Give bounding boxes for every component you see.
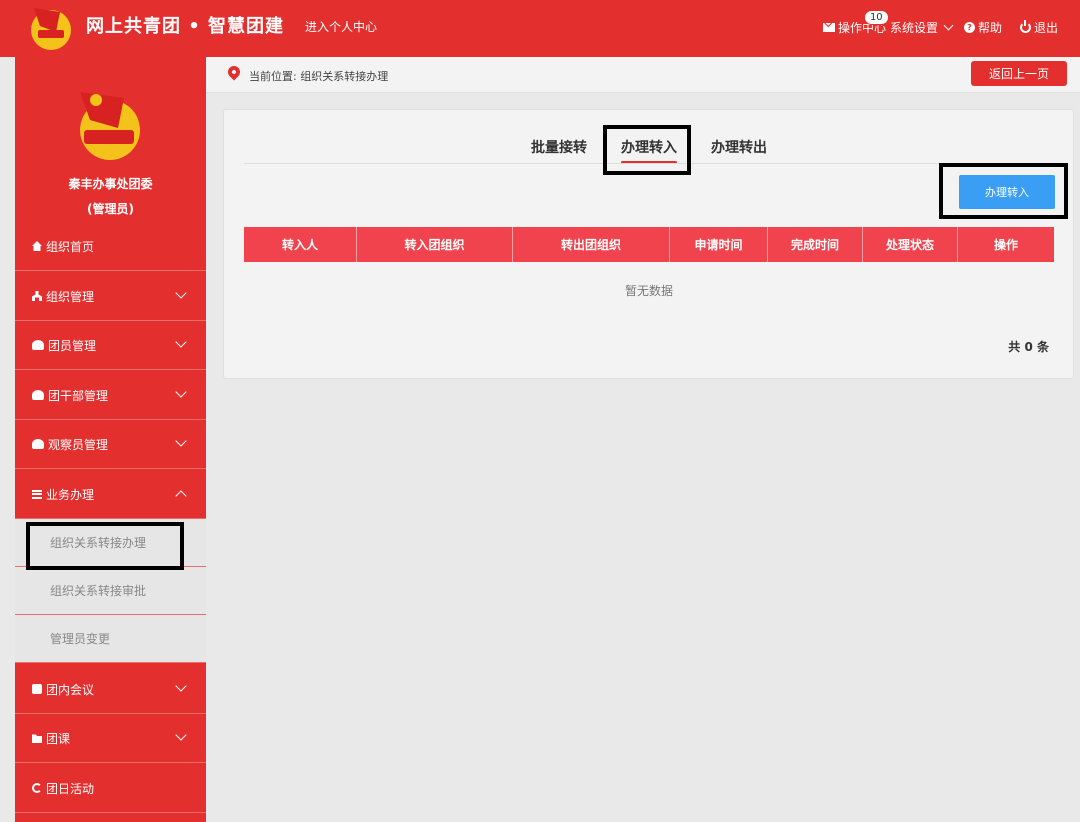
breadcrumb: 当前位置: 组织关系转接办理 返回上一页 <box>206 57 1080 93</box>
sidebar-item-league-class[interactable]: 团课 <box>15 714 206 763</box>
chevron-down-icon <box>175 287 187 299</box>
chevron-down-icon <box>175 435 187 447</box>
sidebar-item-label: 观察员管理 <box>48 437 109 452</box>
site-brand: 网上共青团 • 智慧团建 <box>86 16 285 37</box>
sidebar-item-member-management[interactable]: 团员管理 <box>15 321 206 370</box>
folder-icon <box>32 734 42 743</box>
power-icon <box>1019 19 1031 33</box>
top-header: 网上共青团 • 智慧团建 进入个人中心 操作中心 10 系统设置 ? 帮助 退出 <box>0 0 1080 57</box>
column-header: 处理状态 <box>863 227 958 262</box>
chevron-down-icon <box>943 20 954 31</box>
sidebar-subitem-admin-change[interactable]: 管理员变更 <box>15 615 206 663</box>
sidebar-subitem-transfer-handling[interactable]: 组织关系转接办理 <box>15 519 206 567</box>
transfer-table: 转入人 转入团组织 转出团组织 申请时间 完成时间 处理状态 操作 暂无数据 <box>244 227 1054 298</box>
envelope-icon <box>822 22 835 32</box>
sidebar-item-label: 团干部管理 <box>48 388 109 403</box>
user-role: (管理员) <box>87 202 134 216</box>
list-icon <box>32 489 42 499</box>
header-actions: 操作中心 10 系统设置 ? 帮助 退出 <box>822 9 1058 40</box>
logout-label: 退出 <box>1033 20 1058 35</box>
sitemap-icon <box>32 291 42 301</box>
sidebar-subitem-label: 管理员变更 <box>50 632 111 646</box>
sidebar-item-observer-management[interactable]: 观察员管理 <box>15 420 206 469</box>
table-header: 转入人 转入团组织 转出团组织 申请时间 完成时间 处理状态 操作 <box>244 227 1054 262</box>
column-header: 转入人 <box>244 227 357 262</box>
logout-link[interactable]: 退出 <box>1019 19 1058 36</box>
system-settings-dropdown[interactable]: 系统设置 <box>890 19 956 36</box>
transfer-in-button[interactable]: 办理转入 <box>959 175 1055 209</box>
empty-state: 暂无数据 <box>624 284 673 298</box>
users-icon <box>32 340 44 350</box>
system-settings-label: 系统设置 <box>889 20 938 35</box>
sidebar-item-label: 业务办理 <box>46 487 95 502</box>
help-label: 帮助 <box>977 20 1002 35</box>
breadcrumb-text: 当前位置: 组织关系转接办理 <box>249 70 389 83</box>
transfer-panel: 批量接转 办理转入 办理转出 办理转入 转入人 转入团组织 转出团组织 申请时间… <box>223 109 1074 379</box>
org-logo <box>80 92 140 160</box>
users-icon <box>32 390 44 400</box>
column-header: 转出团组织 <box>513 227 670 262</box>
location-pin-icon <box>225 63 243 81</box>
sidebar: 秦丰办事处团委 (管理员) 组织首页 组织管理 团员管理 团干部管理 观察员管理… <box>15 57 206 822</box>
sidebar-item-label: 团内会议 <box>46 682 95 697</box>
home-icon <box>32 241 42 251</box>
column-header: 完成时间 <box>768 227 863 262</box>
sidebar-item-meetings[interactable]: 团内会议 <box>15 665 206 714</box>
help-link[interactable]: ? 帮助 <box>963 19 1002 36</box>
sidebar-item-label: 组织首页 <box>46 239 95 254</box>
back-button[interactable]: 返回上一页 <box>971 61 1067 86</box>
org-name: 秦丰办事处团委 <box>68 177 153 191</box>
sidebar-item-org-home[interactable]: 组织首页 <box>15 222 206 271</box>
sidebar-item-label: 团员管理 <box>48 338 97 353</box>
sidebar-item-cadre-management[interactable]: 团干部管理 <box>15 371 206 420</box>
sidebar-item-label: 团课 <box>46 731 71 746</box>
ops-center-link[interactable]: 操作中心 10 <box>822 9 889 36</box>
sidebar-subitem-label: 组织关系转接审批 <box>50 584 147 598</box>
sidebar-subitem-transfer-approval[interactable]: 组织关系转接审批 <box>15 567 206 615</box>
chevron-down-icon <box>175 729 187 741</box>
tab-transfer-out[interactable]: 办理转出 <box>711 137 767 157</box>
ops-count-badge: 10 <box>863 9 889 25</box>
chevron-down-icon <box>175 336 187 348</box>
tab-batch-transfer[interactable]: 批量接转 <box>531 137 587 157</box>
users-icon <box>32 439 44 449</box>
sidebar-item-label: 组织管理 <box>46 289 95 304</box>
chevron-up-icon <box>175 490 187 502</box>
tab-transfer-in[interactable]: 办理转入 <box>621 137 677 164</box>
youth-league-logo <box>31 8 71 50</box>
enter-personal-center-link[interactable]: 进入个人中心 <box>305 18 377 35</box>
sidebar-item-league-day[interactable]: 团日活动 <box>15 764 206 813</box>
column-header: 转入团组织 <box>357 227 513 262</box>
refresh-icon <box>32 783 42 793</box>
chevron-down-icon <box>175 680 187 692</box>
sidebar-item-org-management[interactable]: 组织管理 <box>15 272 206 321</box>
sidebar-item-label: 团日活动 <box>46 781 95 796</box>
question-icon: ? <box>963 21 975 33</box>
chevron-down-icon <box>175 386 187 398</box>
tabs-divider <box>244 163 1054 164</box>
sidebar-item-business[interactable]: 业务办理 <box>15 470 206 519</box>
column-header: 操作 <box>993 238 1018 252</box>
edit-icon <box>32 684 42 694</box>
sidebar-subitem-label: 组织关系转接办理 <box>50 536 147 550</box>
total-count: 共 0 条 <box>1008 340 1049 354</box>
column-header: 申请时间 <box>670 227 768 262</box>
